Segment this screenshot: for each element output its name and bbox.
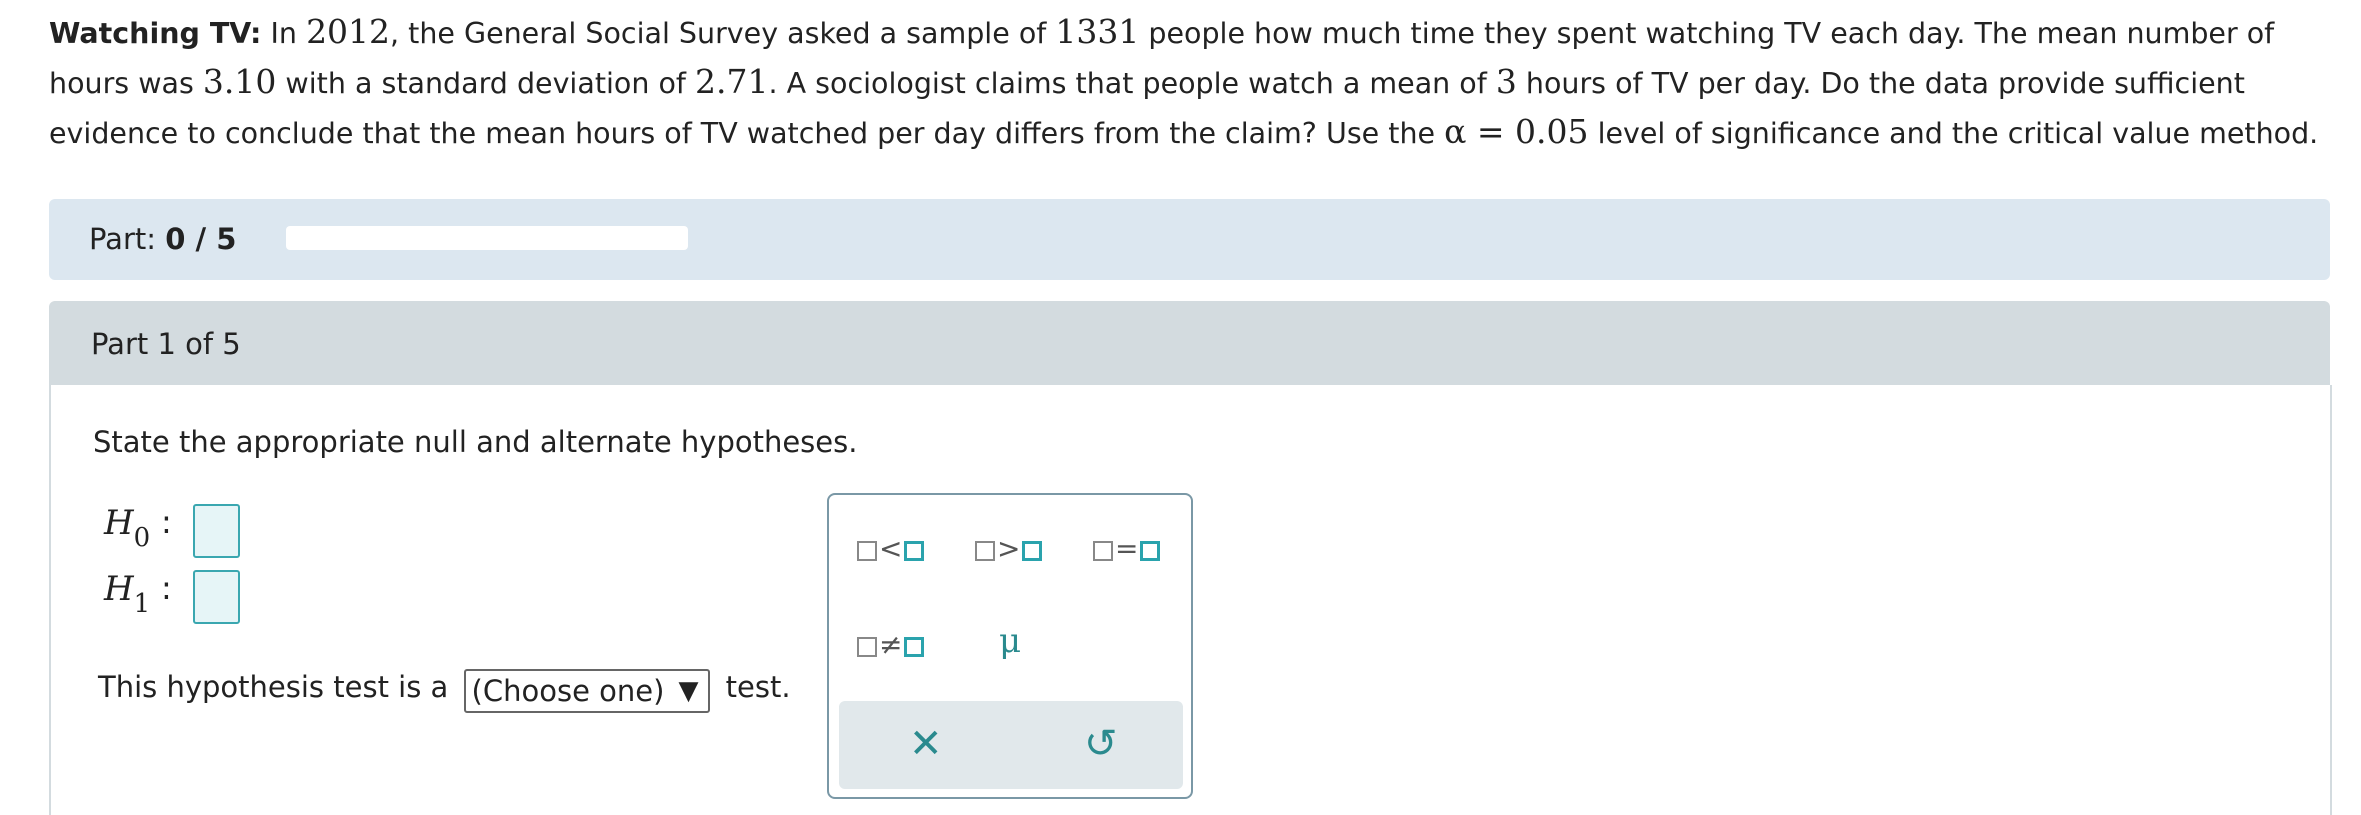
h1-subscript: 1	[133, 589, 151, 619]
test-type-suffix: test.	[725, 670, 791, 704]
placeholder-icon	[904, 541, 925, 561]
greater-than-button[interactable]: >	[975, 527, 1043, 571]
alternate-hypothesis-input[interactable]	[193, 570, 240, 624]
null-hypothesis-label: H0	[104, 503, 150, 553]
mu-symbol: μ	[999, 621, 1022, 661]
progress-value: 0 / 5	[165, 222, 237, 256]
equals-button[interactable]: =	[1093, 527, 1161, 571]
test-type-prefix: This hypothesis test is a	[98, 670, 449, 704]
colon: :	[161, 503, 172, 541]
problem-text: with a standard deviation of	[276, 67, 695, 100]
dropdown-arrow-icon: ▼	[678, 676, 699, 706]
test-type-selected: (Choose one)	[471, 674, 665, 708]
clear-icon[interactable]: ✕	[909, 719, 943, 769]
problem-statement: Watching TV: In 2012, the General Social…	[49, 8, 2339, 158]
math-palette: < > = ≠ μ ✕ ↺	[827, 493, 1193, 799]
sample-size: 1331	[1055, 12, 1140, 51]
operator-symbol: <	[879, 532, 903, 565]
null-hypothesis-input[interactable]	[193, 504, 240, 558]
not-equal-button[interactable]: ≠	[857, 623, 925, 667]
sample-mean: 3.10	[202, 62, 277, 101]
alpha-level: α = 0.05	[1444, 112, 1589, 151]
progress-track	[286, 226, 688, 250]
alternate-hypothesis-label: H1	[104, 569, 150, 619]
standard-deviation: 2.71	[695, 62, 769, 101]
less-than-button[interactable]: <	[857, 527, 925, 571]
problem-title: Watching TV:	[49, 17, 262, 50]
placeholder-icon	[1093, 541, 1113, 561]
progress-panel: Part: 0 / 5	[49, 199, 2330, 280]
colon: :	[161, 569, 172, 607]
operator-symbol: >	[997, 532, 1021, 565]
placeholder-icon	[857, 637, 877, 657]
operator-symbol: =	[1115, 532, 1139, 565]
part-title: Part 1 of 5	[91, 327, 241, 361]
palette-footer: ✕ ↺	[839, 701, 1183, 789]
claimed-mean: 3	[1495, 62, 1517, 101]
progress-label-text: Part:	[89, 222, 166, 256]
placeholder-icon	[904, 637, 925, 657]
operator-symbol: ≠	[879, 628, 903, 661]
h0-subscript: 0	[133, 523, 151, 553]
h-symbol: H	[104, 569, 134, 609]
instruction-text: State the appropriate null and alternate…	[93, 425, 858, 459]
placeholder-icon	[1022, 541, 1043, 561]
placeholder-icon	[975, 541, 995, 561]
year-value: 2012	[306, 12, 391, 51]
h-symbol: H	[104, 503, 134, 543]
problem-text: In	[261, 17, 307, 50]
mu-button[interactable]: μ	[999, 619, 1021, 663]
progress-label: Part: 0 / 5	[89, 222, 236, 256]
part-header: Part 1 of 5	[49, 301, 2330, 385]
problem-text: , the General Social Survey asked a samp…	[390, 17, 1056, 50]
test-type-line: This hypothesis test is a (Choose one) ▼ …	[98, 665, 791, 713]
undo-icon[interactable]: ↺	[1084, 719, 1118, 769]
problem-text: level of significance and the critical v…	[1588, 117, 2319, 150]
placeholder-icon	[857, 541, 877, 561]
test-type-select[interactable]: (Choose one) ▼	[463, 669, 711, 713]
problem-text: . A sociologist claims that people watch…	[768, 67, 1496, 100]
placeholder-icon	[1140, 541, 1161, 561]
